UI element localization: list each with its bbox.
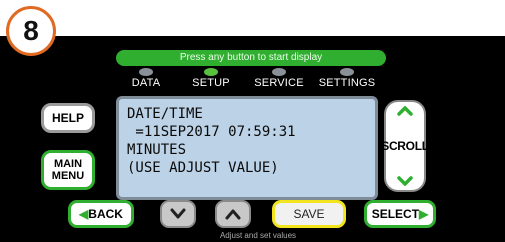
back-button[interactable]: ◀ BACK xyxy=(68,200,134,228)
lcd-display: DATE/TIME =11SEP2017 07:59:31 MINUTES (U… xyxy=(116,96,378,200)
select-label: SELECT xyxy=(371,207,420,221)
chevron-up-icon xyxy=(225,209,241,220)
adjust-caption: Adjust and set values xyxy=(219,231,297,240)
main-menu-line2: MENU xyxy=(51,170,85,182)
triangle-left-icon: ◀ xyxy=(79,207,89,221)
lcd-line-4: (USE ADJUST VALUE) xyxy=(127,160,279,176)
save-button[interactable]: SAVE xyxy=(272,200,346,228)
adjust-up-button[interactable] xyxy=(215,200,251,228)
triangle-right-icon: ▶ xyxy=(419,207,429,221)
adjust-down-button[interactable] xyxy=(160,200,196,228)
scroll-label: SCROLL xyxy=(381,139,429,153)
scroll-down-icon[interactable] xyxy=(397,176,413,186)
tab-settings[interactable]: SETTINGS xyxy=(307,68,387,89)
start-display-banner: Press any button to start display xyxy=(116,50,386,66)
tab-led xyxy=(340,68,354,76)
tab-led xyxy=(139,68,153,76)
controller-panel: Press any button to start display DATA S… xyxy=(0,36,505,242)
scroll-up-icon[interactable] xyxy=(397,106,413,116)
lcd-line-1: DATE/TIME xyxy=(127,106,203,122)
tab-led-active xyxy=(204,68,218,76)
scroll-control: SCROLL xyxy=(381,100,429,192)
lcd-line-2: =11SEP2017 07:59:31 xyxy=(127,124,296,140)
back-label: BACK xyxy=(88,207,123,221)
tab-led xyxy=(272,68,286,76)
tab-label: SETTINGS xyxy=(318,77,376,89)
select-button[interactable]: SELECT ▶ xyxy=(364,200,436,228)
main-menu-button[interactable]: MAIN MENU xyxy=(41,150,95,190)
main-menu-line1: MAIN xyxy=(53,158,83,170)
chevron-down-icon xyxy=(170,208,186,219)
step-number-badge: 8 xyxy=(6,6,56,56)
lcd-line-3: MINUTES xyxy=(127,142,187,158)
help-button[interactable]: HELP xyxy=(41,103,95,133)
